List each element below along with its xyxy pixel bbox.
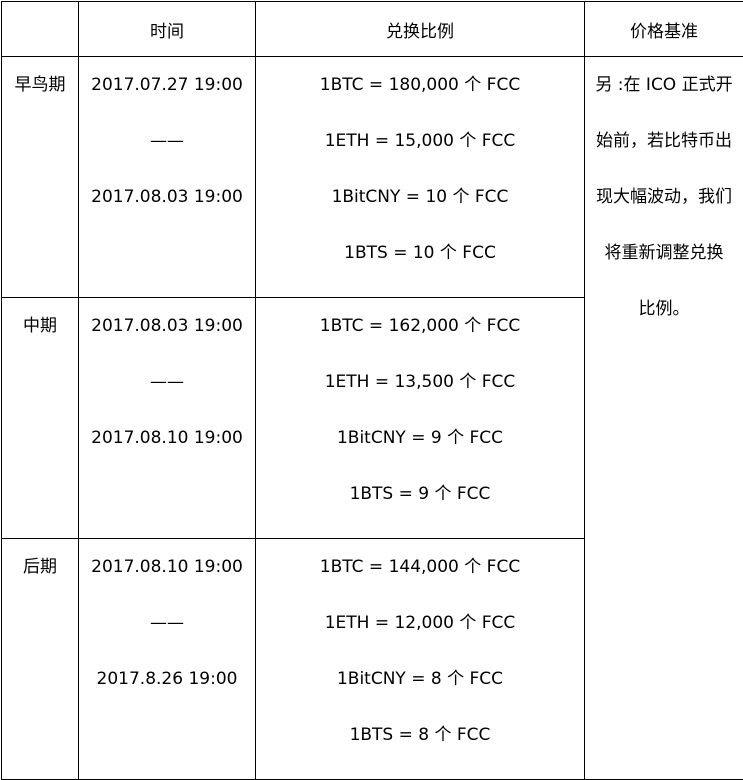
- price-basis-note-cell: 另 :在 ICO 正式开 始前，若比特币出 现大幅波动，我们 将重新调整兑换 比…: [585, 57, 743, 780]
- note-line: 比例。: [585, 297, 743, 353]
- rate-bitcny: 1BitCNY = 9 个 FCC: [256, 426, 584, 482]
- phase-label: 中期: [2, 314, 78, 370]
- header-time: 时间: [79, 2, 256, 57]
- rate-eth: 1ETH = 12,000 个 FCC: [256, 611, 584, 667]
- note-line: 现大幅波动，我们: [585, 185, 743, 241]
- header-row: 时间 兑换比例 价格基准: [2, 2, 743, 57]
- phase-cell: 后期: [2, 539, 79, 780]
- phase-cell: 中期: [2, 298, 79, 539]
- time-dash: ——: [79, 370, 255, 426]
- time-cell: 2017.07.27 19:00 —— 2017.08.03 19:00: [79, 57, 256, 298]
- time-cell: 2017.08.03 19:00 —— 2017.08.10 19:00: [79, 298, 256, 539]
- rate-bts: 1BTS = 10 个 FCC: [256, 241, 584, 297]
- header-price-basis: 价格基准: [585, 2, 743, 57]
- phase-label: 早鸟期: [2, 73, 78, 129]
- rate-bitcny: 1BitCNY = 10 个 FCC: [256, 185, 584, 241]
- rate-btc: 1BTC = 162,000 个 FCC: [256, 314, 584, 370]
- time-end: 2017.8.26 19:00: [79, 667, 255, 723]
- rates-cell: 1BTC = 180,000 个 FCC 1ETH = 15,000 个 FCC…: [256, 57, 585, 298]
- time-start: 2017.08.03 19:00: [79, 314, 255, 370]
- rate-eth: 1ETH = 13,500 个 FCC: [256, 370, 584, 426]
- phase-cell: 早鸟期: [2, 57, 79, 298]
- note-line: 始前，若比特币出: [585, 129, 743, 185]
- rates-cell: 1BTC = 144,000 个 FCC 1ETH = 12,000 个 FCC…: [256, 539, 585, 780]
- time-start: 2017.07.27 19:00: [79, 73, 255, 129]
- time-end: 2017.08.03 19:00: [79, 185, 255, 241]
- rate-bts: 1BTS = 8 个 FCC: [256, 723, 584, 779]
- header-phase: [2, 2, 79, 57]
- table-row-early-bird: 早鸟期 2017.07.27 19:00 —— 2017.08.03 19:00…: [2, 57, 743, 298]
- time-dash: ——: [79, 611, 255, 667]
- rate-btc: 1BTC = 180,000 个 FCC: [256, 73, 584, 129]
- note-line: 另 :在 ICO 正式开: [585, 73, 743, 129]
- rate-btc: 1BTC = 144,000 个 FCC: [256, 555, 584, 611]
- time-end: 2017.08.10 19:00: [79, 426, 255, 482]
- note-line: 将重新调整兑换: [585, 241, 743, 297]
- time-dash: ——: [79, 129, 255, 185]
- time-start: 2017.08.10 19:00: [79, 555, 255, 611]
- phase-label: 后期: [2, 555, 78, 611]
- rates-cell: 1BTC = 162,000 个 FCC 1ETH = 13,500 个 FCC…: [256, 298, 585, 539]
- rate-eth: 1ETH = 15,000 个 FCC: [256, 129, 584, 185]
- rate-bts: 1BTS = 9 个 FCC: [256, 482, 584, 538]
- header-exchange-ratio: 兑换比例: [256, 2, 585, 57]
- exchange-rate-table: 时间 兑换比例 价格基准 早鸟期 2017.07.27 19:00 —— 201…: [1, 1, 743, 780]
- time-cell: 2017.08.10 19:00 —— 2017.8.26 19:00: [79, 539, 256, 780]
- rate-bitcny: 1BitCNY = 8 个 FCC: [256, 667, 584, 723]
